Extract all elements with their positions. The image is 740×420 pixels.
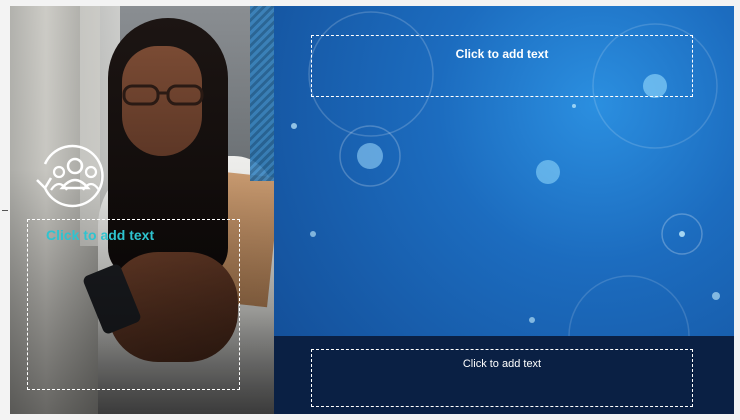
slide-edge-marker xyxy=(2,210,8,211)
top-placeholder-label: Click to add text xyxy=(455,47,549,61)
bottom-text-placeholder[interactable]: Click to add text xyxy=(311,349,693,407)
team-refresh-icon[interactable] xyxy=(31,144,107,208)
left-text-placeholder[interactable]: Click to add text xyxy=(27,219,240,390)
photo-pattern-edge xyxy=(250,6,274,181)
left-placeholder-label: Click to add text xyxy=(46,227,155,243)
bottom-placeholder-label: Click to add text xyxy=(462,358,542,370)
top-text-placeholder[interactable]: Click to add text xyxy=(311,35,693,97)
